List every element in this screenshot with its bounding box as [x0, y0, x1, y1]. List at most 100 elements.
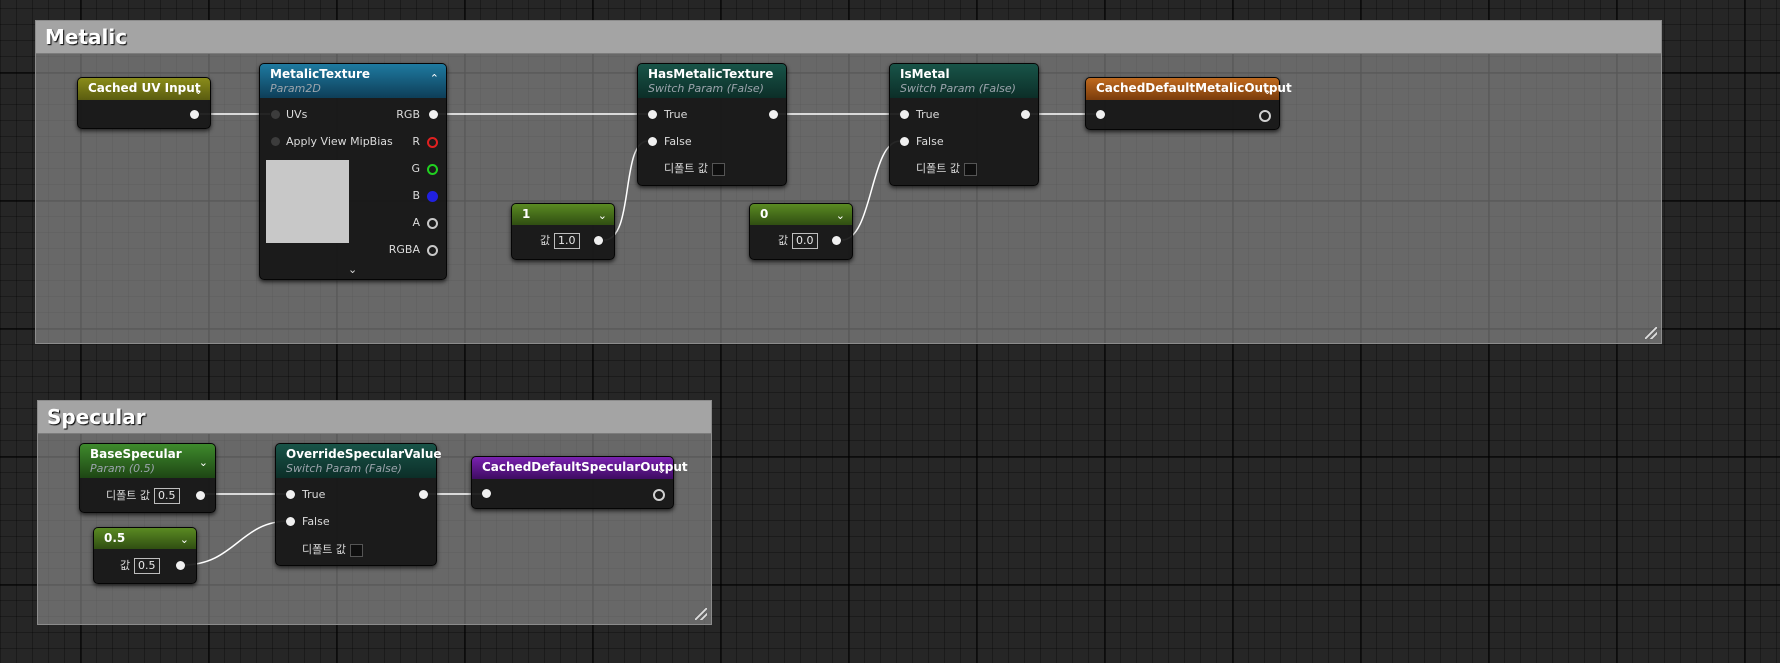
node-title: Cached UV Input: [88, 81, 201, 95]
default-value-label: 디폴트 값: [916, 162, 960, 175]
true-input-pin[interactable]: [648, 110, 657, 119]
output-pin[interactable]: [594, 236, 603, 245]
constant-0-node[interactable]: 0 ⌄ 값 0.0: [749, 203, 853, 260]
chevron-down-icon[interactable]: ⌄: [199, 456, 208, 469]
base-specular-node[interactable]: BaseSpecular Param (0.5) ⌄ 디폴트 값 0.5: [79, 443, 216, 513]
default-value-input[interactable]: 0.5: [154, 488, 180, 504]
value-label: 값: [120, 559, 131, 572]
false-input-pin[interactable]: [648, 137, 657, 146]
true-label: True: [302, 488, 326, 501]
b-output-pin[interactable]: [427, 191, 438, 202]
wire-05-to-false: [182, 520, 290, 566]
node-header[interactable]: BaseSpecular Param (0.5): [80, 444, 215, 478]
true-input-pin[interactable]: [286, 490, 295, 499]
false-label: False: [916, 135, 944, 148]
cached-uv-input-node[interactable]: Cached UV Input ⌄: [77, 77, 211, 129]
node-title: IsMetal: [900, 67, 950, 81]
node-title: MetalicTexture: [270, 67, 371, 81]
a-label: A: [412, 216, 420, 229]
node-subtitle: Switch Param (False): [648, 82, 764, 95]
chevron-down-icon[interactable]: ⌄: [836, 209, 845, 222]
node-header[interactable]: CachedDefaultSpecularOutput: [472, 457, 688, 479]
node-title: CachedDefaultSpecularOutput: [482, 460, 688, 474]
false-label: False: [664, 135, 692, 148]
mipbias-input-pin[interactable]: [271, 137, 280, 146]
chevron-down-icon[interactable]: ⌄: [657, 463, 666, 476]
uvs-label: UVs: [286, 108, 308, 121]
node-header[interactable]: MetalicTexture Param2D: [260, 64, 446, 98]
value-label: 값: [778, 234, 789, 247]
node-header[interactable]: Cached UV Input: [78, 78, 210, 100]
value-label: 값: [540, 234, 551, 247]
true-input-pin[interactable]: [900, 110, 909, 119]
constant-1-node[interactable]: 1 ⌄ 값 1.0: [511, 203, 615, 260]
node-title: 0.5: [104, 531, 126, 545]
b-label: B: [412, 189, 420, 202]
node-title: HasMetalicTexture: [648, 67, 774, 81]
node-subtitle: Switch Param (False): [286, 462, 402, 475]
r-label: R: [412, 135, 420, 148]
a-output-pin[interactable]: [427, 218, 438, 229]
rgb-label: RGB: [396, 108, 420, 121]
node-subtitle: Param2D: [270, 82, 321, 95]
input-pin[interactable]: [482, 489, 491, 498]
false-input-pin[interactable]: [286, 517, 295, 526]
default-value-label: 디폴트 값: [302, 543, 346, 556]
output-pin[interactable]: [1021, 110, 1030, 119]
default-value-label: 디폴트 값: [106, 489, 150, 502]
chevron-up-icon[interactable]: ⌃: [430, 72, 439, 85]
node-subtitle: Switch Param (False): [900, 82, 1016, 95]
g-label: G: [411, 162, 420, 175]
is-metal-node[interactable]: IsMetal Switch Param (False) True False …: [889, 63, 1039, 186]
rgba-label: RGBA: [388, 243, 420, 256]
chevron-down-icon[interactable]: ⌄: [180, 533, 189, 546]
r-output-pin[interactable]: [427, 137, 438, 148]
node-title: 0: [760, 207, 769, 221]
node-header[interactable]: CachedDefaultMetalicOutput: [1086, 78, 1292, 100]
false-label: False: [302, 515, 330, 528]
input-pin[interactable]: [1096, 110, 1105, 119]
chevron-down-icon[interactable]: ⌄: [348, 263, 357, 277]
node-title: OverrideSpecularValue: [286, 447, 442, 461]
true-label: True: [916, 108, 940, 121]
output-pin[interactable]: [419, 490, 428, 499]
node-title: BaseSpecular: [90, 447, 182, 461]
output-pin[interactable]: [196, 491, 205, 500]
chevron-down-icon[interactable]: ⌄: [1263, 84, 1272, 97]
texture-preview: [266, 160, 349, 243]
chevron-down-icon[interactable]: ⌄: [194, 84, 203, 97]
value-input[interactable]: 1.0: [554, 233, 580, 249]
value-input[interactable]: 0.0: [792, 233, 818, 249]
default-value-checkbox[interactable]: [350, 544, 363, 557]
node-header[interactable]: IsMetal Switch Param (False): [890, 64, 1038, 98]
value-input[interactable]: 0.5: [134, 558, 160, 574]
true-label: True: [664, 108, 688, 121]
uvs-input-pin[interactable]: [271, 110, 280, 119]
cached-default-specular-output-node[interactable]: CachedDefaultSpecularOutput ⌄: [471, 456, 688, 509]
output-pin[interactable]: [176, 561, 185, 570]
node-title: CachedDefaultMetalicOutput: [1096, 81, 1292, 95]
node-header[interactable]: HasMetalicTexture Switch Param (False): [638, 64, 786, 98]
default-value-label: 디폴트 값: [664, 162, 708, 175]
g-output-pin[interactable]: [427, 164, 438, 175]
default-value-checkbox[interactable]: [964, 163, 977, 176]
metalic-texture-node[interactable]: MetalicTexture Param2D ⌃ UVs Apply View …: [259, 63, 447, 280]
has-metalic-texture-node[interactable]: HasMetalicTexture Switch Param (False) T…: [637, 63, 787, 186]
output-pin[interactable]: [832, 236, 841, 245]
false-input-pin[interactable]: [900, 137, 909, 146]
rgba-output-pin[interactable]: [427, 245, 438, 256]
chevron-down-icon[interactable]: ⌄: [598, 209, 607, 222]
default-value-checkbox[interactable]: [712, 163, 725, 176]
node-header[interactable]: OverrideSpecularValue Switch Param (Fals…: [276, 444, 442, 478]
mipbias-label: Apply View MipBias: [286, 135, 393, 148]
override-specular-value-node[interactable]: OverrideSpecularValue Switch Param (Fals…: [275, 443, 442, 566]
node-subtitle: Param (0.5): [90, 462, 155, 475]
output-pin[interactable]: [190, 110, 199, 119]
cached-default-metalic-output-node[interactable]: CachedDefaultMetalicOutput ⌄: [1085, 77, 1292, 130]
constant-05-node[interactable]: 0.5 ⌄ 값 0.5: [93, 527, 197, 584]
node-title: 1: [522, 207, 531, 221]
output-pin[interactable]: [1259, 110, 1271, 122]
output-pin[interactable]: [769, 110, 778, 119]
rgb-output-pin[interactable]: [429, 110, 438, 119]
output-pin[interactable]: [653, 489, 665, 501]
